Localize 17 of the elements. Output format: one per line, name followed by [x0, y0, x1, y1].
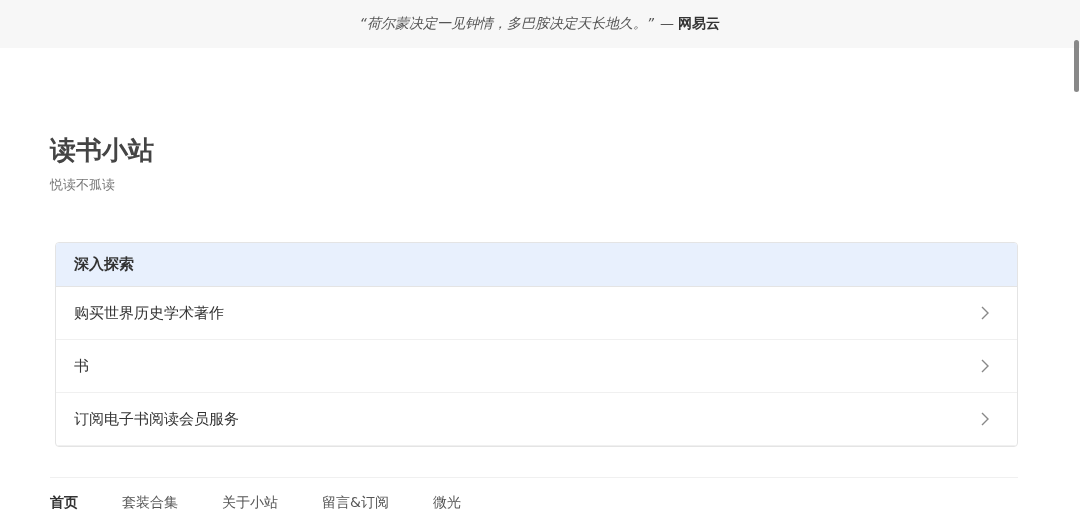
- quote-attribution: — 网易云: [660, 15, 721, 33]
- quote-text: “荷尔蒙决定一见钟情，多巴胺决定天长地久。”: [359, 15, 655, 33]
- link-row[interactable]: 书: [56, 340, 1017, 393]
- panel-header: 深入探索: [56, 243, 1017, 287]
- nav-link[interactable]: 套装合集: [122, 494, 178, 512]
- nav-link[interactable]: 关于小站: [222, 494, 278, 512]
- chevron-right-icon: [981, 306, 989, 320]
- nav-link[interactable]: 留言&订阅: [322, 494, 389, 512]
- nav-link[interactable]: 微光: [432, 494, 461, 512]
- chevron-right-icon: [981, 359, 989, 373]
- site-title: 读书小站: [50, 134, 155, 167]
- scrollbar-thumb[interactable]: [1074, 40, 1079, 92]
- chevron-right-icon: [981, 412, 989, 426]
- link-row[interactable]: 订阅电子书阅读会员服务: [56, 393, 1017, 446]
- link-row[interactable]: 购买世界历史学术著作: [56, 287, 1017, 340]
- site-subtitle: 悦读不孤读: [50, 176, 116, 194]
- nav-link[interactable]: 首页: [50, 494, 78, 512]
